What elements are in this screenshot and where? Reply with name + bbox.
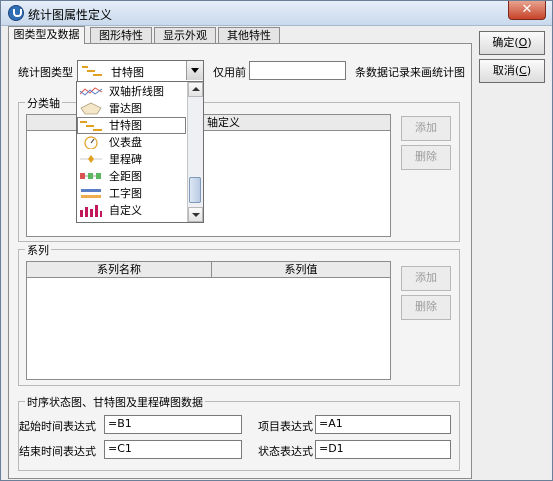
title-bar[interactable]: 统计图属性定义 ✕: [1, 1, 552, 26]
series-name-header: 系列名称: [27, 262, 212, 278]
tab-graph-properties[interactable]: 图形特性: [90, 27, 152, 43]
option-i-beam[interactable]: 工字图: [77, 185, 186, 202]
category-add-button[interactable]: 添加: [401, 116, 451, 141]
category-delete-button[interactable]: 删除: [401, 145, 451, 170]
series-delete-button[interactable]: 删除: [401, 295, 451, 320]
ok-button[interactable]: 确定(O): [479, 31, 545, 55]
end-time-label: 结束时间表达式: [19, 445, 96, 458]
tab-other-properties[interactable]: 其他特性: [218, 27, 280, 43]
chart-type-selected: 甘特图: [111, 66, 144, 79]
tab-display-appearance[interactable]: 显示外观: [154, 27, 216, 43]
status-expr-input[interactable]: =D1: [315, 440, 451, 459]
end-time-input[interactable]: =C1: [104, 440, 242, 459]
dropdown-scrollbar[interactable]: [187, 82, 203, 222]
start-time-label: 起始时间表达式: [19, 420, 96, 433]
radar-icon: [80, 102, 102, 115]
scroll-up-icon[interactable]: [188, 82, 203, 97]
tab-chart-type-data[interactable]: 图类型及数据: [8, 26, 85, 44]
gantt-icon: [82, 66, 102, 76]
item-expr-input[interactable]: =A1: [315, 415, 451, 434]
chart-type-label: 统计图类型: [18, 66, 73, 79]
scroll-down-icon[interactable]: [188, 207, 203, 222]
axis-definition-header: 轴定义: [207, 116, 240, 129]
series-add-button[interactable]: 添加: [401, 266, 451, 291]
chevron-down-icon[interactable]: [186, 61, 203, 80]
cancel-button[interactable]: 取消(C): [479, 59, 545, 83]
option-custom[interactable]: 自定义: [77, 202, 186, 219]
i-beam-icon: [81, 189, 101, 198]
chart-type-dropdown[interactable]: 双轴折线图 雷达图 甘特图 仪表盘 里程碑 全距图 工字图 自定义: [76, 81, 204, 223]
range-icon: [80, 173, 101, 179]
option-dual-axis-line[interactable]: 双轴折线图: [77, 83, 186, 100]
option-gantt[interactable]: 甘特图: [77, 117, 186, 134]
close-button[interactable]: ✕: [508, 1, 546, 20]
series-table[interactable]: 系列名称 系列值: [26, 261, 391, 380]
option-milestone[interactable]: 里程碑: [77, 151, 186, 168]
chart-type-combobox[interactable]: 甘特图: [77, 60, 204, 83]
status-expr-label: 状态表达式: [258, 445, 313, 458]
option-radar[interactable]: 雷达图: [77, 100, 186, 117]
records-suffix-label: 条数据记录来画统计图: [355, 66, 465, 79]
app-icon: [8, 5, 24, 21]
option-range[interactable]: 全距图: [77, 168, 186, 185]
series-group: 系列 系列名称 系列值 添加 删除: [18, 242, 460, 386]
gantt-data-title: 时序状态图、甘特图及里程碑图数据: [25, 394, 205, 410]
window-title: 统计图属性定义: [28, 8, 113, 22]
series-title: 系列: [25, 242, 51, 258]
milestone-icon: [80, 155, 102, 163]
only-first-label: 仅用前: [213, 66, 246, 79]
category-axis-title: 分类轴: [25, 95, 62, 111]
gauge-icon: [84, 136, 98, 149]
series-value-header: 系列值: [212, 262, 390, 278]
record-count-input[interactable]: [249, 61, 346, 80]
scroll-thumb[interactable]: [189, 177, 201, 203]
dual-axis-line-icon: [79, 87, 103, 96]
gantt-data-group: 时序状态图、甘特图及里程碑图数据 起始时间表达式 =B1 结束时间表达式 =C1…: [18, 394, 460, 471]
dialog-window: 统计图属性定义 ✕ 图类型及数据 图形特性 显示外观 其他特性 统计图类型 仅用…: [0, 0, 553, 481]
item-expr-label: 项目表达式: [258, 420, 313, 433]
gantt-icon: [80, 121, 102, 131]
start-time-input[interactable]: =B1: [104, 415, 242, 434]
option-gauge[interactable]: 仪表盘: [77, 134, 186, 151]
custom-chart-icon: [80, 205, 102, 217]
